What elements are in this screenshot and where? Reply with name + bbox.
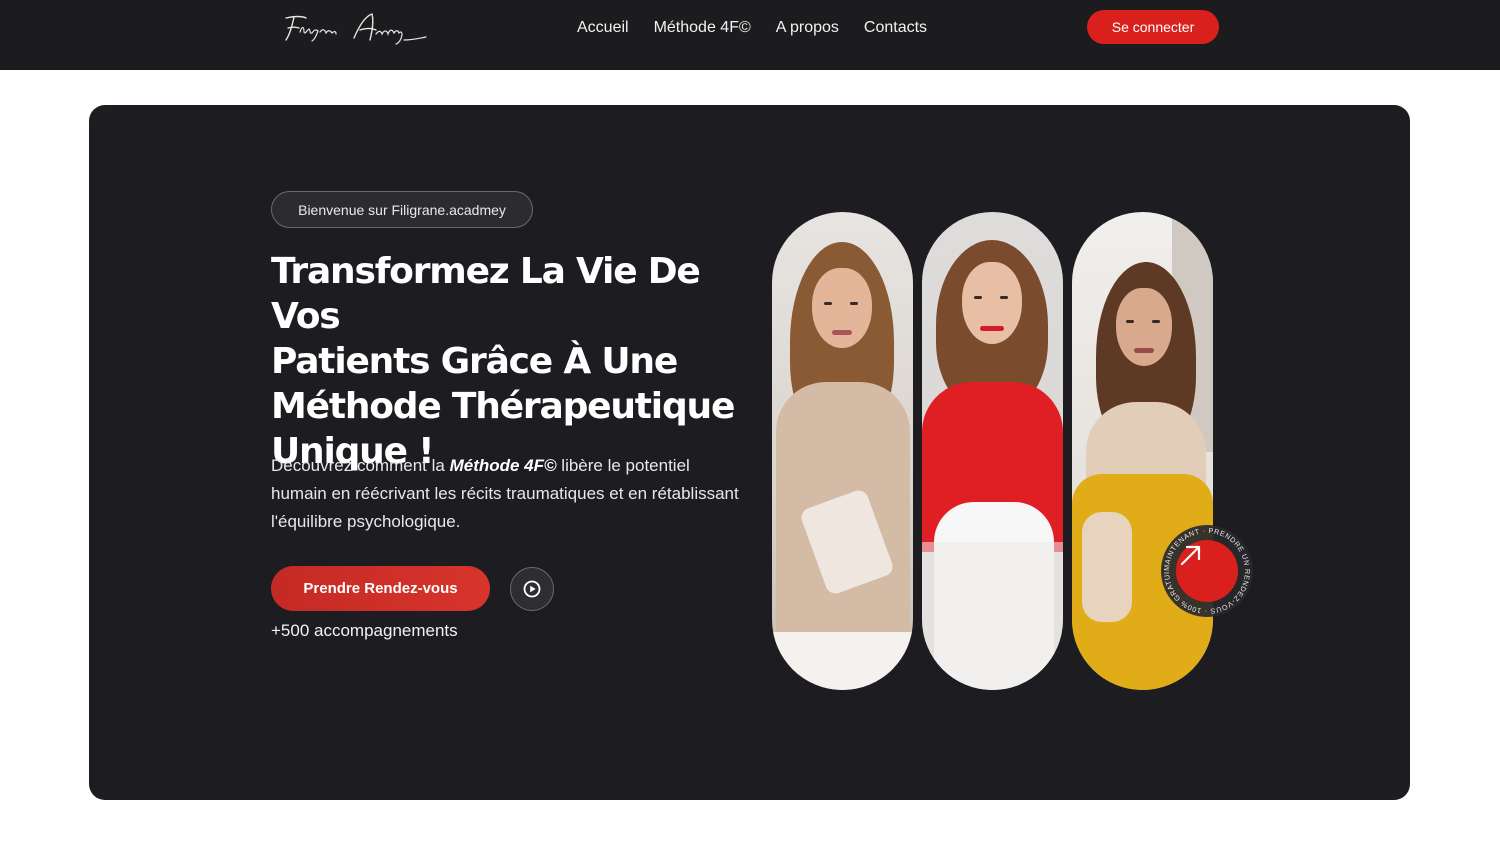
accompaniments-count: +500 accompagnements <box>271 621 458 640</box>
top-navigation-bar: Accueil Méthode 4F© A propos Contacts Se… <box>0 0 1500 70</box>
headline-line-1: Transformez La Vie De Vos <box>271 251 701 337</box>
login-button[interactable]: Se connecter <box>1087 10 1219 44</box>
book-appointment-button[interactable]: Prendre Rendez-vous <box>271 566 490 611</box>
badge-arrow-button[interactable] <box>1176 540 1238 602</box>
main-nav: Accueil Méthode 4F© A propos Contacts <box>577 18 927 38</box>
description-prefix: Découvrez comment la <box>271 456 450 475</box>
description-method-name: Méthode 4F© <box>449 456 557 475</box>
therapist-photo-2 <box>922 212 1063 690</box>
hero-section: Bienvenue sur Filigrane.acadmey Transfor… <box>89 105 1410 800</box>
brand-logo[interactable] <box>280 10 430 52</box>
hero-description: Découvrez comment la Méthode 4F© libère … <box>271 452 741 536</box>
nav-link-contacts[interactable]: Contacts <box>864 18 927 38</box>
signature-logo-icon <box>285 13 427 45</box>
play-circle-icon <box>523 580 541 598</box>
therapist-photo-1 <box>772 212 913 690</box>
therapist-photo-3 <box>1072 212 1213 690</box>
free-appointment-badge[interactable]: MAINTENANT · PRENDRE UN RENDEZ-VOUS · 10… <box>1161 525 1253 617</box>
nav-link-a-propos[interactable]: A propos <box>776 18 839 38</box>
headline-line-2: Patients Grâce À Une <box>271 341 678 382</box>
headline-underlined-phrase: Méthode Thérapeutique <box>271 386 735 427</box>
welcome-pill: Bienvenue sur Filigrane.acadmey <box>271 191 533 228</box>
arrow-up-right-icon <box>1180 545 1201 566</box>
nav-link-methode-4f[interactable]: Méthode 4F© <box>654 18 751 38</box>
play-video-button[interactable] <box>510 567 554 611</box>
nav-link-accueil[interactable]: Accueil <box>577 18 629 38</box>
hero-headline: Transformez La Vie De Vos Patients Grâce… <box>271 249 751 474</box>
